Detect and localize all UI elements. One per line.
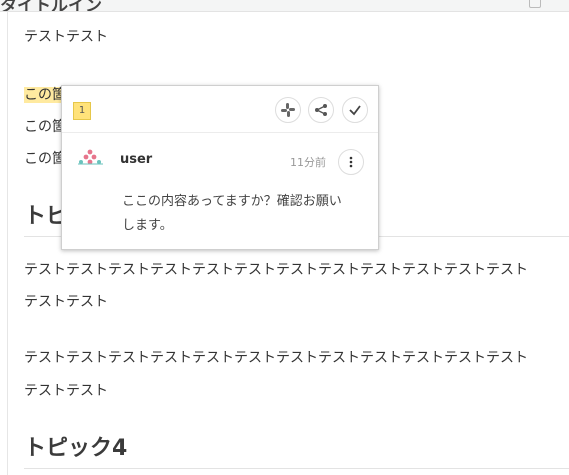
comment-popup: 1 user 11分前 ここの内容あってますか？確認お願い します。 xyxy=(61,85,379,250)
slack-icon xyxy=(281,103,295,117)
comment-highlight[interactable]: この箇 xyxy=(24,87,66,103)
comment-menu-button[interactable] xyxy=(338,149,364,175)
popup-divider xyxy=(62,132,378,133)
document-title: タイトルイン xyxy=(0,0,102,12)
paragraph: この箇 xyxy=(24,119,66,135)
paragraph: テストテスト xyxy=(24,383,108,399)
header-icon[interactable] xyxy=(529,0,541,8)
paragraph: この箇 xyxy=(24,151,66,167)
comment-timestamp: 11分前 xyxy=(290,156,326,169)
paragraph: テストテスト xyxy=(24,294,108,310)
paragraph: テストテストテストテストテストテストテストテストテストテストテストテスト xyxy=(24,350,528,366)
comment-author: user xyxy=(120,152,153,167)
user-avatar-icon xyxy=(78,149,103,165)
share-icon xyxy=(315,104,327,116)
more-vertical-icon xyxy=(349,156,353,168)
paragraph: テストテストテストテストテストテストテストテストテストテストテストテスト xyxy=(24,262,528,278)
paragraph: テストテスト xyxy=(24,29,108,45)
share-button[interactable] xyxy=(308,97,334,123)
comment-text-line: ここの内容あってますか？確認お願い xyxy=(122,194,342,209)
document-header: タイトルイン xyxy=(0,0,569,12)
comment-number-badge: 1 xyxy=(73,102,91,120)
section-heading-topic4: トピック4 xyxy=(24,436,128,461)
slack-button[interactable] xyxy=(275,97,301,123)
comment-text-line: します。 xyxy=(122,218,173,233)
highlighted-text[interactable]: この箇 xyxy=(24,84,66,104)
heading-divider xyxy=(24,468,569,469)
left-margin-rule xyxy=(7,11,8,475)
check-icon xyxy=(349,105,361,116)
resolve-button[interactable] xyxy=(342,97,368,123)
